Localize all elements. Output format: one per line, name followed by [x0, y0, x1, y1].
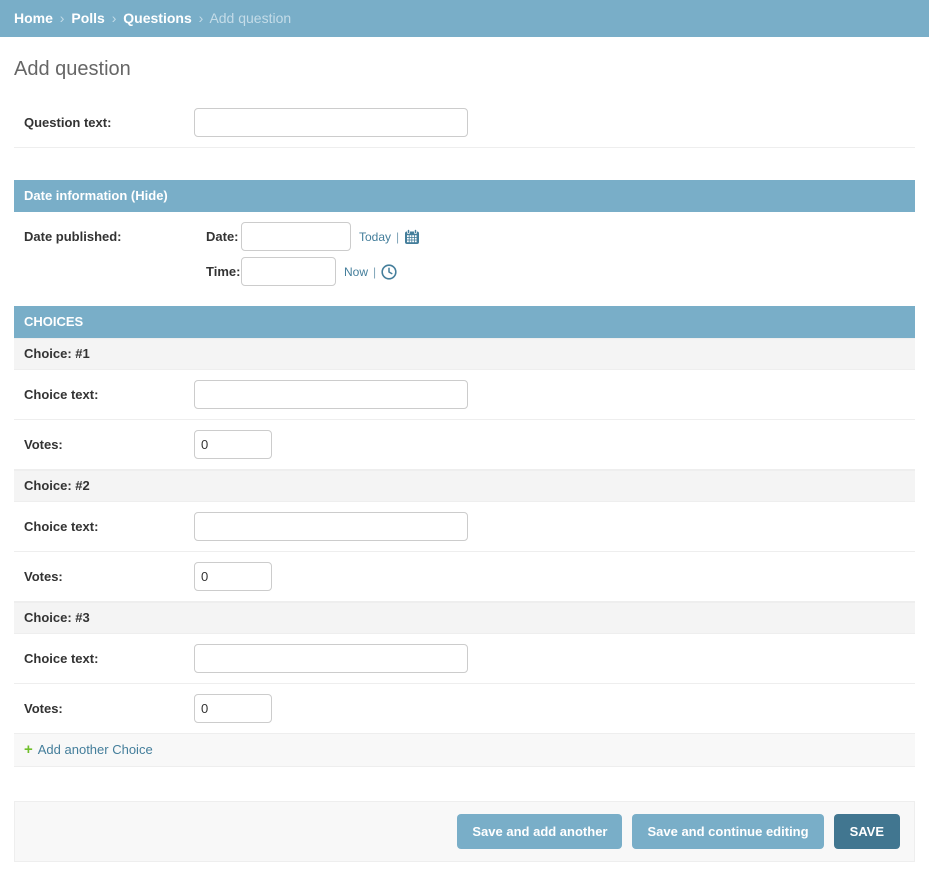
- save-and-continue-editing-button[interactable]: Save and continue editing: [632, 814, 823, 849]
- add-another-choice-link[interactable]: + Add another Choice: [24, 742, 153, 757]
- shortcut-separator: |: [396, 230, 399, 244]
- choice-1-votes-input[interactable]: [194, 430, 272, 459]
- date-information-header: Date information (Hide): [14, 180, 915, 212]
- date-published-label: Date published:: [24, 222, 194, 251]
- submit-row: Save and add another Save and continue e…: [14, 801, 915, 862]
- choice-1-text-row: Choice text:: [14, 370, 915, 420]
- time-input[interactable]: [241, 257, 336, 286]
- save-and-add-another-button[interactable]: Save and add another: [457, 814, 622, 849]
- choice-3-text-label: Choice text:: [24, 644, 194, 673]
- choice-2-votes-row: Votes:: [14, 552, 915, 602]
- datetime-widget: Date: Today |: [194, 222, 420, 286]
- choices-title: CHOICES: [24, 314, 83, 329]
- choice-2-votes-label: Votes:: [24, 562, 194, 591]
- choice-2-text-label: Choice text:: [24, 512, 194, 541]
- breadcrumb-link-polls[interactable]: Polls: [71, 10, 104, 26]
- plus-icon: +: [24, 741, 33, 758]
- choice-3-text-row: Choice text:: [14, 634, 915, 684]
- choice-2-text-input[interactable]: [194, 512, 468, 541]
- today-link[interactable]: Today: [359, 230, 391, 244]
- content-area: Add question Question text: Date informa…: [0, 58, 929, 878]
- breadcrumb-separator: ›: [199, 10, 204, 26]
- breadcrumb-separator: ›: [60, 10, 65, 26]
- now-link[interactable]: Now: [344, 265, 368, 279]
- choice-2-text-row: Choice text:: [14, 502, 915, 552]
- choice-3-text-input[interactable]: [194, 644, 468, 673]
- choices-header: CHOICES: [14, 306, 915, 338]
- choice-3-header: Choice: #3: [14, 602, 915, 634]
- add-row: + Add another Choice: [14, 734, 915, 767]
- choice-1-text-label: Choice text:: [24, 380, 194, 409]
- shortcut-separator: |: [373, 265, 376, 279]
- choice-3-votes-row: Votes:: [14, 684, 915, 734]
- time-sub-label: Time:: [206, 264, 241, 279]
- add-another-choice-label: Add another Choice: [38, 742, 153, 757]
- breadcrumb-link-questions[interactable]: Questions: [123, 10, 191, 26]
- date-shortcuts: Today |: [359, 229, 420, 245]
- breadcrumb-current: Add question: [209, 10, 291, 26]
- question-text-label: Question text:: [24, 108, 194, 137]
- choice-2-header: Choice: #2: [14, 470, 915, 502]
- choice-1-votes-row: Votes:: [14, 420, 915, 470]
- choice-inline-2: Choice: #2 Choice text: Votes:: [14, 470, 915, 602]
- page-title: Add question: [14, 58, 915, 81]
- choice-3-votes-input[interactable]: [194, 694, 272, 723]
- calendar-icon[interactable]: [404, 229, 420, 245]
- choice-1-text-input[interactable]: [194, 380, 468, 409]
- question-text-row: Question text:: [14, 98, 915, 148]
- choice-2-votes-input[interactable]: [194, 562, 272, 591]
- date-sub-row: Date: Today |: [194, 222, 420, 251]
- breadcrumb-separator: ›: [112, 10, 117, 26]
- date-input[interactable]: [241, 222, 351, 251]
- date-information-hide-toggle[interactable]: (Hide): [131, 188, 168, 203]
- date-information-title: Date information: [24, 188, 127, 203]
- clock-icon[interactable]: [381, 264, 397, 280]
- time-sub-row: Time: Now |: [194, 257, 420, 286]
- question-text-input[interactable]: [194, 108, 468, 137]
- date-published-row: Date published: Date: Today |: [14, 212, 915, 296]
- breadcrumb: Home › Polls › Questions › Add question: [0, 0, 929, 37]
- choice-3-votes-label: Votes:: [24, 694, 194, 723]
- choice-1-votes-label: Votes:: [24, 430, 194, 459]
- date-sub-label: Date:: [206, 229, 241, 244]
- choices-module: CHOICES Choice: #1 Choice text: Votes: C…: [14, 306, 915, 767]
- date-information-module: Date information (Hide) Date published: …: [14, 180, 915, 296]
- save-button[interactable]: SAVE: [834, 814, 900, 849]
- choice-inline-3: Choice: #3 Choice text: Votes:: [14, 602, 915, 734]
- choice-1-header: Choice: #1: [14, 338, 915, 370]
- choice-inline-1: Choice: #1 Choice text: Votes:: [14, 338, 915, 470]
- time-shortcuts: Now |: [344, 264, 397, 280]
- breadcrumb-link-home[interactable]: Home: [14, 10, 53, 26]
- question-fieldset: Question text:: [14, 98, 915, 148]
